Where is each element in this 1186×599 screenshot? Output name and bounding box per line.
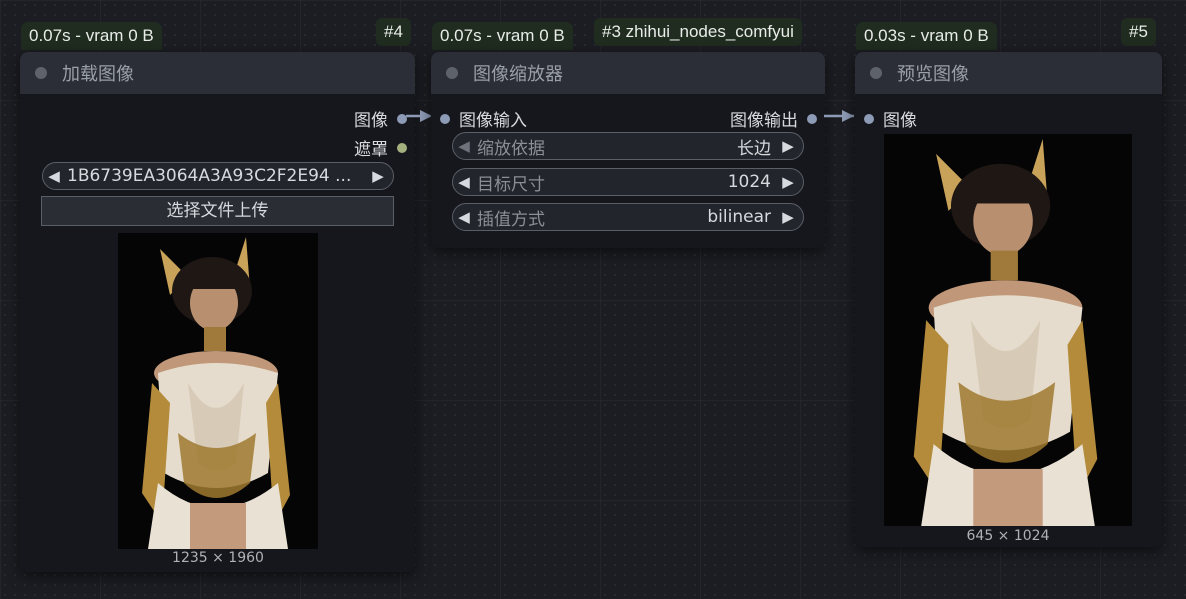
image-input-dot-icon[interactable]: [440, 113, 450, 124]
load-image-title-bar[interactable]: 加载图像: [20, 52, 415, 94]
portrait-image-icon: [884, 134, 1132, 526]
prev-arrow-icon[interactable]: ◀: [453, 137, 475, 155]
image-output-dot-icon[interactable]: [807, 113, 817, 124]
interpolation-value: bilinear: [707, 207, 771, 227]
preview-image-dimensions: 645 × 1024: [966, 528, 1050, 544]
target-size-number[interactable]: ◀ 目标尺寸 1024 ▶: [452, 168, 804, 196]
next-arrow-icon[interactable]: ▶: [777, 208, 799, 226]
output-port-image[interactable]: 图像输出: [730, 106, 817, 131]
prev-arrow-icon[interactable]: ◀: [453, 208, 475, 226]
collapse-dot-icon[interactable]: [446, 67, 458, 79]
input-label-image: 图像: [883, 111, 917, 131]
portrait-image-icon: [118, 233, 318, 549]
prev-arrow-icon[interactable]: ◀: [43, 167, 65, 185]
image-file-value: 1B6739EA3064A3A93C2F2E94 ...: [67, 166, 352, 186]
loaded-image-preview: [118, 233, 318, 549]
next-arrow-icon[interactable]: ▶: [777, 137, 799, 155]
choose-file-upload-button[interactable]: 选择文件上传: [41, 196, 394, 226]
next-arrow-icon[interactable]: ▶: [367, 167, 389, 185]
image-scaler-node[interactable]: 图像缩放器 图像输入 图像输出 ◀ 缩放依据 长边 ▶ ◀ 目标尺寸 1024 …: [431, 52, 825, 248]
output-port-image[interactable]: 图像: [354, 106, 407, 131]
target-size-label: 目标尺寸: [477, 174, 545, 195]
preview-image-output: [884, 134, 1132, 526]
scale-basis-label: 缩放依据: [477, 138, 545, 159]
image-file-combo[interactable]: ◀ 1B6739EA3064A3A93C2F2E94 ... ▶: [42, 162, 394, 190]
output-label-mask: 遮罩: [354, 140, 388, 160]
preview-image-timing-badge: 0.03s - vram 0 B: [856, 22, 997, 50]
image-input-dot-icon[interactable]: [864, 113, 874, 124]
increment-arrow-icon[interactable]: ▶: [777, 173, 799, 191]
image-scaler-id-badge: #3 zhihui_nodes_comfyui: [594, 18, 802, 46]
output-label-image: 图像: [354, 111, 388, 131]
preview-image-title-bar[interactable]: 预览图像: [855, 52, 1162, 94]
input-port-image[interactable]: 图像输入: [440, 106, 527, 131]
image-scaler-title: 图像缩放器: [473, 64, 563, 85]
input-label-image: 图像输入: [459, 111, 527, 131]
output-label-image: 图像输出: [730, 111, 798, 131]
collapse-dot-icon[interactable]: [870, 67, 882, 79]
collapse-dot-icon[interactable]: [35, 67, 47, 79]
scale-basis-value: 长边: [737, 138, 771, 159]
loaded-image-dimensions: 1235 × 1960: [172, 550, 264, 566]
input-port-image[interactable]: 图像: [864, 106, 917, 131]
interpolation-combo[interactable]: ◀ 插值方式 bilinear ▶: [452, 203, 804, 231]
scale-basis-combo[interactable]: ◀ 缩放依据 长边 ▶: [452, 132, 804, 160]
mask-output-dot-icon[interactable]: [397, 142, 407, 153]
preview-image-id-badge: #5: [1121, 18, 1156, 46]
load-image-id-badge: #4: [376, 18, 411, 46]
image-scaler-title-bar[interactable]: 图像缩放器: [431, 52, 825, 94]
preview-image-node[interactable]: 预览图像 图像 645 × 1024: [855, 52, 1162, 547]
load-image-node[interactable]: 加载图像 图像 遮罩 ◀ 1B6739EA3064A3A93C2F2E94 ..…: [20, 52, 415, 572]
preview-image-title: 预览图像: [897, 64, 969, 85]
target-size-value: 1024: [727, 172, 771, 192]
decrement-arrow-icon[interactable]: ◀: [453, 173, 475, 191]
image-scaler-timing-badge: 0.07s - vram 0 B: [432, 22, 573, 50]
load-image-title: 加载图像: [62, 64, 134, 85]
load-image-timing-badge: 0.07s - vram 0 B: [21, 22, 162, 50]
output-port-mask[interactable]: 遮罩: [354, 135, 407, 160]
interpolation-label: 插值方式: [477, 209, 545, 230]
